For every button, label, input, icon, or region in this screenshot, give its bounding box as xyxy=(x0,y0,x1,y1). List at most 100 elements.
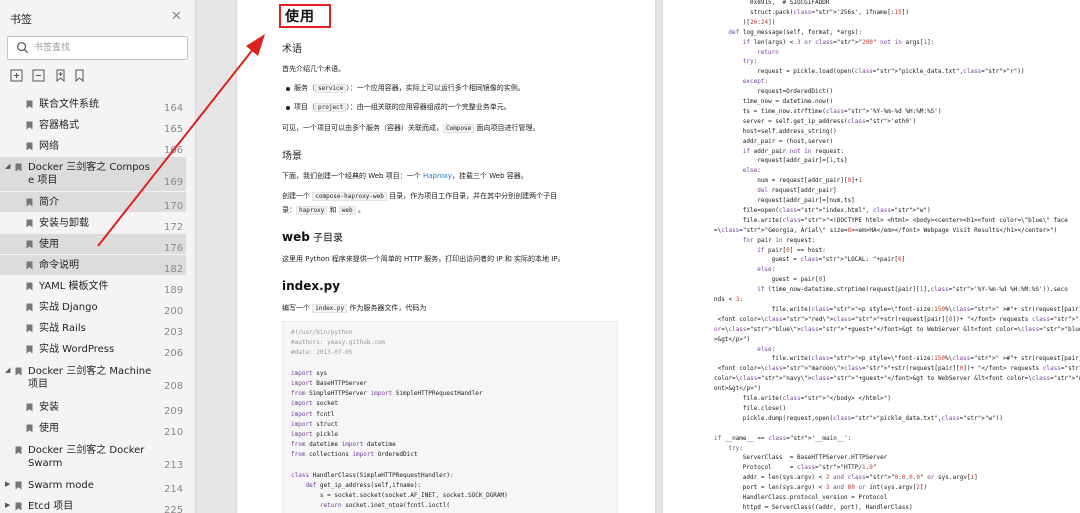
code-line: else: xyxy=(757,266,776,274)
heading-web-dir: web 子目录 xyxy=(282,230,344,244)
bookmark-page-number: 206 xyxy=(164,348,184,359)
add-bookmark-icon[interactable] xyxy=(54,69,67,82)
code-line: 0x8915, # SIOCGIFADDR xyxy=(750,0,830,6)
close-icon[interactable]: ✕ xyxy=(171,9,182,24)
bookmark-item[interactable]: YAML 模板文件 189 xyxy=(0,276,186,296)
bookmark-page-number: 189 xyxy=(164,285,184,296)
code-line: addr = len(sys.argv) < 2 and class="str"… xyxy=(742,474,978,482)
bookmark-page-number: 225 xyxy=(164,505,184,513)
bookmark-item[interactable]: ▶ Swarm mode 214 xyxy=(0,475,186,495)
bookmark-item[interactable]: 使用 210 xyxy=(0,418,186,438)
code-line: return xyxy=(757,48,779,56)
code-line: <font color=\class="str">"maroon\">class… xyxy=(714,365,1080,373)
bookmark-page-number: 203 xyxy=(164,327,184,338)
bookmark-item[interactable]: 网络 166 xyxy=(0,136,186,156)
code-line: addr_pair = (host,server) xyxy=(742,137,834,145)
search-icon xyxy=(17,42,29,54)
code-line: color=\class="str">"navy\">class="str">"… xyxy=(714,375,1080,383)
bullet-dot xyxy=(286,106,290,110)
code-line: import BaseHTTPServer xyxy=(291,380,367,387)
collapse-all-icon[interactable] xyxy=(32,69,45,82)
bookmark-sidebar: 书签 ✕ 书签查找 联合文件系统 164 容器格式 165 网络 166 ◢ D… xyxy=(0,0,196,513)
code-line: request[addr_pair]=[1,ts] xyxy=(757,157,848,165)
code-line: guest = pair[0] xyxy=(771,276,826,284)
expand-arrow-icon[interactable]: ▶ xyxy=(5,480,10,488)
bookmark-icon xyxy=(26,121,33,130)
code-line: if addr_pair not in request: xyxy=(742,147,844,155)
bookmark-item[interactable]: 命令说明 182 xyxy=(0,255,186,275)
bookmark-item[interactable]: 安装与卸载 172 xyxy=(0,213,186,233)
code-line: file=open(class="str">"index.html", clas… xyxy=(742,206,931,214)
collapse-arrow-icon[interactable]: ◢ xyxy=(5,162,10,170)
bookmark-page-number: 213 xyxy=(164,460,184,471)
bookmark-page-number: 169 xyxy=(164,177,184,188)
bookmark-icon xyxy=(26,303,33,312)
web-desc-text: 这里用 Python 程序来提供一个简单的 HTTP 服务，打印出访问者的 IP… xyxy=(282,255,565,263)
bookmark-label: 网络 xyxy=(39,141,59,152)
bookmark-label: YAML 模板文件 xyxy=(39,281,109,292)
haproxy-link[interactable]: Haproxy xyxy=(423,172,452,180)
bookmark-label: Docker 三剑客之 Compos e 项目 xyxy=(28,162,150,186)
bookmark-page-number: 170 xyxy=(164,201,184,212)
code-line: import socket xyxy=(291,400,338,408)
bookmark-item[interactable]: Docker 三剑客之 Docker Swarm 213 xyxy=(0,440,186,474)
code-line: file.write(class="str">"</body> </html>"… xyxy=(742,395,891,402)
code-line: if (time_now-datetime.strptime(request[p… xyxy=(757,286,1068,294)
bookmark-page-number: 200 xyxy=(164,306,184,317)
index-desc-text: 编写一个 index.py 作为服务器文件，代码为 xyxy=(282,304,427,313)
code-line: s = socket.socket(socket.AF_INET, socket… xyxy=(291,492,508,500)
code-line: for pair in request: xyxy=(742,236,816,244)
bookmark-item[interactable]: 联合文件系统 164 xyxy=(0,94,186,114)
bookmark-label: 实战 WordPress xyxy=(39,344,115,355)
bookmark-item[interactable]: 实战 WordPress 206 xyxy=(0,339,186,359)
bookmark-search-input[interactable] xyxy=(34,40,184,56)
bookmark-item[interactable]: 简介 170 xyxy=(0,192,186,212)
bookmark-item[interactable]: 实战 Django 200 xyxy=(0,297,186,317)
bullet-service: 服务（ service ）：一个应用容器，实际上可以运行多个相同镜像的实例。 xyxy=(294,84,525,93)
code-line: file.write(class="str">"<p style=\"font-… xyxy=(771,355,1080,363)
bookmark-icon xyxy=(15,446,22,455)
bookmark-label: Docker 三剑客之 Machine 项目 xyxy=(28,366,152,390)
create-dir-text: 创建一个 compose-haproxy-web 目录，作为项目工作目录，并在其… xyxy=(282,192,558,201)
collapse-arrow-icon[interactable]: ◢ xyxy=(5,366,10,374)
bookmark-icon xyxy=(26,345,33,354)
bookmark-page-number: 165 xyxy=(164,124,184,135)
summary-text: 可见，一个项目可以由多个服务（容器）关联而成， Compose 面向项目进行管理。 xyxy=(282,124,540,133)
bookmark-search-box[interactable] xyxy=(7,36,188,60)
code-line: #authors: yeasy.github.com xyxy=(291,339,385,347)
code-line: ts = time_now.strftime(class="str">'%Y-%… xyxy=(742,107,942,115)
bookmark-label: 简介 xyxy=(39,197,59,208)
bookmark-icon xyxy=(15,367,22,376)
bookmark-item[interactable]: 容器格式 165 xyxy=(0,115,186,135)
bookmark-icon xyxy=(15,481,22,490)
bookmark-icon xyxy=(26,261,33,270)
bookmark-label: Docker 三剑客之 Docker Swarm xyxy=(28,445,145,469)
bookmark-item[interactable]: 实战 Rails 203 xyxy=(0,318,186,338)
bookmark-item[interactable]: ◢ Docker 三剑客之 Compos e 项目 169 xyxy=(0,157,186,191)
bookmark-item[interactable]: 使用 176 xyxy=(0,234,186,254)
code-line: from datetime import datetime xyxy=(291,441,396,449)
code-line: try: xyxy=(742,58,758,66)
bookmark-icon xyxy=(26,324,33,333)
code-line: request = pickle.load(open(class="str">"… xyxy=(757,68,1025,76)
bookmark-icon xyxy=(26,282,33,291)
bookmark-label: 使用 xyxy=(39,423,59,434)
code-line: guest = class="str">"LOCAL: "+pair[0] xyxy=(771,256,906,264)
bookmark-icon[interactable] xyxy=(73,69,86,82)
code-line: httpd = ServerClass((addr, port), Handle… xyxy=(742,503,913,511)
bookmark-item[interactable]: ◢ Docker 三剑客之 Machine 项目 208 xyxy=(0,361,186,395)
bookmark-item[interactable]: ▶ Etcd 项目 225 xyxy=(0,496,186,513)
expand-arrow-icon[interactable]: ▶ xyxy=(5,501,10,509)
bookmark-icon xyxy=(15,502,22,511)
code-line: num = request[addr_pair][0]+1 xyxy=(757,177,862,185)
expand-all-icon[interactable] xyxy=(10,69,23,82)
bookmark-label: 安装与卸载 xyxy=(39,218,89,229)
code-line: file.close() xyxy=(742,404,787,412)
sidebar-title: 书签 xyxy=(10,13,32,26)
code-line: nds < 3: xyxy=(714,296,743,303)
code-line: def log_message(self, format, *args): xyxy=(728,28,863,36)
bookmark-page-number: 164 xyxy=(164,103,184,114)
bookmark-label: 安装 xyxy=(39,402,59,413)
code-line: import sys xyxy=(291,369,328,377)
bookmark-item[interactable]: 安装 209 xyxy=(0,397,186,417)
